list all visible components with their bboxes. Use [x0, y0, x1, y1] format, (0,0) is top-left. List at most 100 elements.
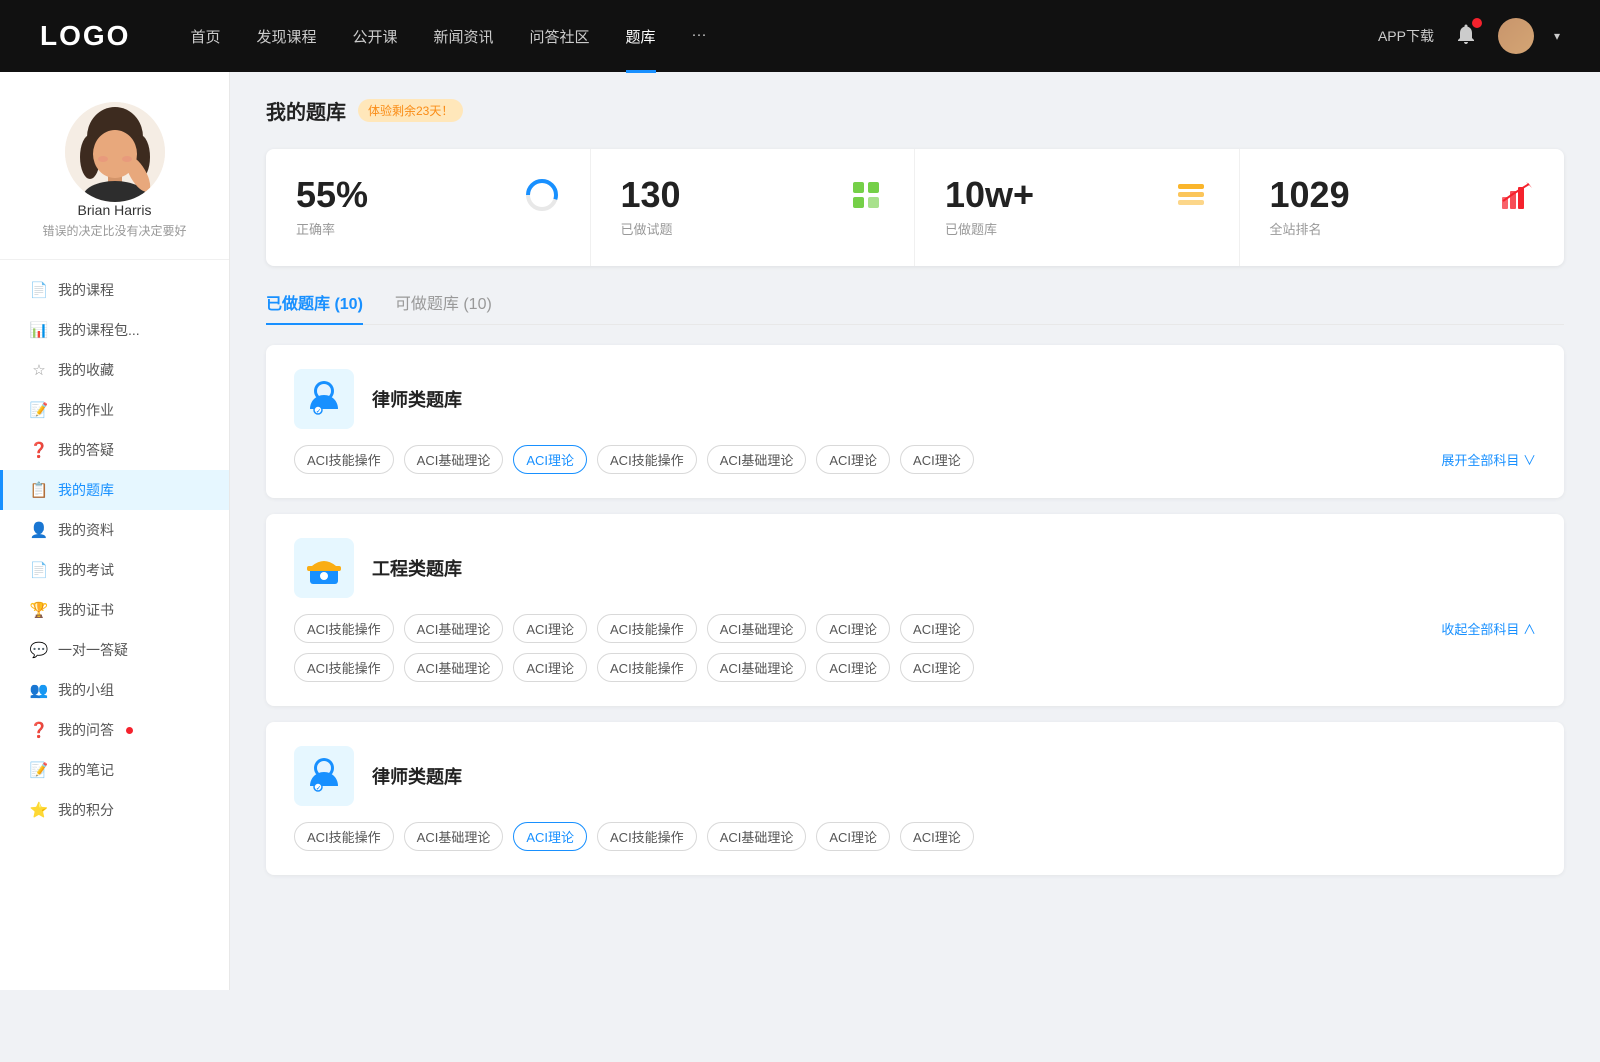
sidebar-menu-item[interactable]: ⭐ 我的积分 [0, 790, 229, 830]
expand-link[interactable]: 展开全部科目 ∨ [1441, 450, 1536, 469]
sidebar-menu-item[interactable]: ☆ 我的收藏 [0, 350, 229, 390]
menu-icon: 📋 [30, 481, 48, 499]
bank-tag[interactable]: ACI基础理论 [404, 614, 504, 643]
bank-tag[interactable]: ACI理论 [816, 445, 890, 474]
user-dropdown-arrow[interactable]: ▾ [1554, 29, 1560, 43]
sidebar-profile: Brian Harris 错误的决定比没有决定要好 [0, 102, 229, 260]
menu-icon: 🏆 [30, 601, 48, 619]
menu-label: 我的资料 [58, 520, 114, 540]
nav-item[interactable]: 首页 [190, 26, 220, 47]
sidebar-menu-item[interactable]: 📄我的课程 [0, 270, 229, 310]
bank-card-header: 工程类题库 [294, 538, 1536, 598]
main-content: 我的题库 体验剩余23天！ 55%正确率 130已做试题 10w+已做题库 10… [230, 72, 1600, 990]
bank-card-icon: ✓ [294, 746, 354, 806]
app-download-link[interactable]: APP下载 [1378, 26, 1434, 46]
sidebar-menu-item[interactable]: 📝我的作业 [0, 390, 229, 430]
unread-dot [126, 727, 133, 734]
bank-tag[interactable]: ACI基础理论 [707, 445, 807, 474]
sidebar-menu-item[interactable]: 👥 我的小组 [0, 670, 229, 710]
bank-tag[interactable]: ACI理论 [900, 822, 974, 851]
sidebar-menu-item[interactable]: 📄 我的考试 [0, 550, 229, 590]
menu-label: 我的题库 [58, 480, 114, 500]
bank-tag[interactable]: ACI技能操作 [597, 653, 697, 682]
bank-tag[interactable]: ACI基础理论 [707, 822, 807, 851]
bank-card: 工程类题库ACI技能操作ACI基础理论ACI理论ACI技能操作ACI基础理论AC… [266, 514, 1564, 706]
nav-item[interactable]: 公开课 [352, 26, 397, 47]
menu-icon: 👤 [30, 521, 48, 539]
nav-item[interactable]: 问答社区 [530, 26, 590, 47]
bank-card-header: ✓ 律师类题库 [294, 746, 1536, 806]
bank-cards-container: ✓ 律师类题库 ACI技能操作 ACI基础理论 ACI理论 ACI技能操作 ACI基础理论… [266, 345, 1564, 875]
avatar-svg [65, 102, 165, 202]
bank-tag[interactable]: ACI理论 [900, 614, 974, 643]
bank-tag[interactable]: ACI技能操作 [294, 614, 394, 643]
bank-tags-row: ACI技能操作 ACI基础理论 ACI理论 ACI技能操作 ACI基础理论 ACI理论 AC… [294, 822, 1536, 851]
stat-number: 10w+ [945, 177, 1159, 213]
sidebar-menu-item[interactable]: ❓我的答疑 [0, 430, 229, 470]
tab-item[interactable]: 已做题库 (10) [266, 290, 363, 324]
bank-tag[interactable]: ACI理论 [816, 653, 890, 682]
page-title: 我的题库 [266, 96, 346, 125]
bank-tag[interactable]: ACI理论 [513, 653, 587, 682]
user-avatar[interactable] [1498, 18, 1534, 54]
bank-tag[interactable]: ACI理论 [900, 445, 974, 474]
bank-tags-row-2: ACI技能操作 ACI基础理论 ACI理论 ACI技能操作 ACI基础理论 ACI理论 AC… [294, 653, 1536, 682]
menu-label: 我的答疑 [58, 440, 114, 460]
bank-tag[interactable]: ACI理论 [816, 614, 890, 643]
bank-tag[interactable]: ACI理论 [513, 822, 587, 851]
sidebar-menu-item[interactable]: 💬一对一答疑 [0, 630, 229, 670]
bank-tag[interactable]: ACI技能操作 [597, 445, 697, 474]
sidebar-menu-item[interactable]: 📋 我的题库 [0, 470, 229, 510]
nav-item[interactable]: 题库 [626, 26, 656, 47]
bank-tag[interactable]: ACI基础理论 [404, 653, 504, 682]
sidebar-menu-item[interactable]: 🏆我的证书 [0, 590, 229, 630]
notification-bell[interactable] [1454, 22, 1478, 51]
bank-tag[interactable]: ACI基础理论 [404, 822, 504, 851]
sidebar-menu-item[interactable]: ❓我的问答 [0, 710, 229, 750]
bank-card-name: 工程类题库 [372, 555, 462, 581]
bank-tag[interactable]: ACI技能操作 [294, 822, 394, 851]
bank-tag[interactable]: ACI基础理论 [404, 445, 504, 474]
bank-tag[interactable]: ACI技能操作 [294, 653, 394, 682]
bank-tag[interactable]: ACI理论 [513, 445, 587, 474]
menu-label: 我的积分 [58, 800, 114, 820]
menu-label: 我的小组 [58, 680, 114, 700]
trial-badge: 体验剩余23天！ [358, 99, 463, 122]
menu-icon: 📊 [30, 321, 48, 339]
menu-icon: 👥 [30, 681, 48, 699]
svg-text:✓: ✓ [316, 409, 321, 415]
bank-tag[interactable]: ACI基础理论 [707, 653, 807, 682]
bank-tag[interactable]: ACI理论 [900, 653, 974, 682]
menu-label: 我的考试 [58, 560, 114, 580]
nav-item[interactable]: 发现课程 [256, 26, 316, 47]
nav-item[interactable]: ··· [692, 26, 707, 47]
bank-card-name: 律师类题库 [372, 386, 462, 412]
bank-tag[interactable]: ACI技能操作 [597, 614, 697, 643]
expand-link[interactable]: 收起全部科目 ∧ [1441, 619, 1536, 638]
menu-icon: ☆ [30, 361, 48, 379]
bank-tag[interactable]: ACI理论 [513, 614, 587, 643]
menu-label: 我的收藏 [58, 360, 114, 380]
tabs-row: 已做题库 (10) 可做题库 (10) [266, 290, 1564, 325]
bank-tag[interactable]: ACI理论 [816, 822, 890, 851]
stat-number: 1029 [1270, 177, 1485, 213]
sidebar-menu-item[interactable]: 📊我的课程包... [0, 310, 229, 350]
nav-item[interactable]: 新闻资讯 [434, 26, 494, 47]
menu-icon: 📄 [30, 561, 48, 579]
svg-text:✓: ✓ [316, 786, 321, 792]
bank-tag[interactable]: ACI技能操作 [294, 445, 394, 474]
sidebar-menu-item[interactable]: 📝我的笔记 [0, 750, 229, 790]
tab-item[interactable]: 可做题库 (10) [395, 290, 492, 324]
page-wrapper: Brian Harris 错误的决定比没有决定要好 📄我的课程📊我的课程包...… [0, 72, 1600, 990]
engineer-icon [302, 546, 346, 590]
menu-icon: ⭐ [30, 801, 48, 819]
bank-tags-row: ACI技能操作 ACI基础理论 ACI理论 ACI技能操作 ACI基础理论 ACI理论 AC… [294, 445, 1536, 474]
stat-icon-donut [524, 177, 560, 213]
logo: LOGO [40, 20, 130, 52]
sidebar-user-motto: 错误的决定比没有决定要好 [26, 222, 202, 239]
stat-label: 已做试题 [621, 219, 835, 238]
bank-tag[interactable]: ACI基础理论 [707, 614, 807, 643]
stat-item: 130已做试题 [591, 149, 916, 266]
bank-tag[interactable]: ACI技能操作 [597, 822, 697, 851]
sidebar-menu-item[interactable]: 👤 我的资料 [0, 510, 229, 550]
